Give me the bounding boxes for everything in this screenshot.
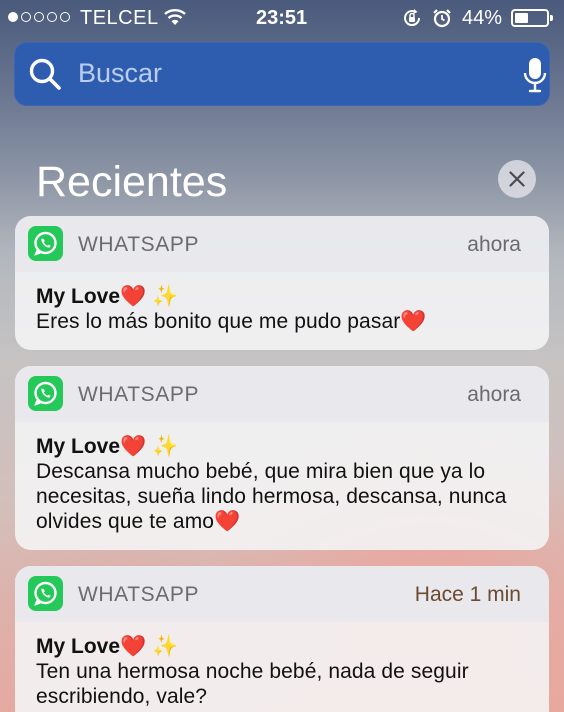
notification-header: WHATSAPP ahora [15,366,549,422]
whatsapp-icon [28,376,63,411]
notification-sender: My Love❤️ ✨ [36,435,179,458]
notification-card[interactable]: WHATSAPP ahora My Love❤️ ✨ Eres lo más b… [15,216,549,350]
clear-notifications-button[interactable] [498,160,536,198]
rotation-lock-icon [404,9,421,27]
close-icon [509,171,525,187]
battery-percentage: 44% [462,7,503,29]
notification-message: Ten una hermosa noche bebé, nada de segu… [36,660,469,708]
status-bar: TELCEL 23:51 44% [0,0,564,36]
notification-card[interactable]: WHATSAPP Hace 1 min My Love❤️ ✨ Ten una … [15,566,549,712]
notification-sender: My Love❤️ ✨ [36,635,179,658]
carrier-name: TELCEL [80,7,159,29]
whatsapp-icon [28,226,63,261]
notification-message: Descansa mucho bebé, que mira bien que y… [36,460,507,533]
search-bar[interactable]: Buscar [14,42,550,106]
notification-header: WHATSAPP Hace 1 min [15,566,549,622]
signal-dots-icon [8,12,70,22]
alarm-icon [433,9,451,28]
notification-time: Hace 1 min [414,583,521,606]
notification-card[interactable]: WHATSAPP ahora My Love❤️ ✨ Descansa much… [15,366,549,550]
app-name: WHATSAPP [78,383,200,406]
notification-body: My Love❤️ ✨ Eres lo más bonito que me pu… [15,272,549,348]
wifi-icon [164,9,186,25]
notification-message: Eres lo más bonito que me pudo pasar❤️ [36,310,427,333]
search-input[interactable]: Buscar [78,58,162,89]
notification-time: ahora [467,383,521,406]
clock: 23:51 [256,7,308,29]
whatsapp-icon [28,576,63,611]
search-icon [29,58,61,90]
microphone-icon[interactable] [522,56,548,94]
notification-body: My Love❤️ ✨ Ten una hermosa noche bebé, … [15,622,549,712]
app-name: WHATSAPP [78,233,200,256]
notification-header: WHATSAPP ahora [15,216,549,272]
notification-time: ahora [467,233,521,256]
app-name: WHATSAPP [78,583,200,606]
section-title: Recientes [36,158,228,206]
notification-body: My Love❤️ ✨ Descansa mucho bebé, que mir… [15,422,549,548]
notification-sender: My Love❤️ ✨ [36,285,179,308]
battery-icon [511,9,553,27]
